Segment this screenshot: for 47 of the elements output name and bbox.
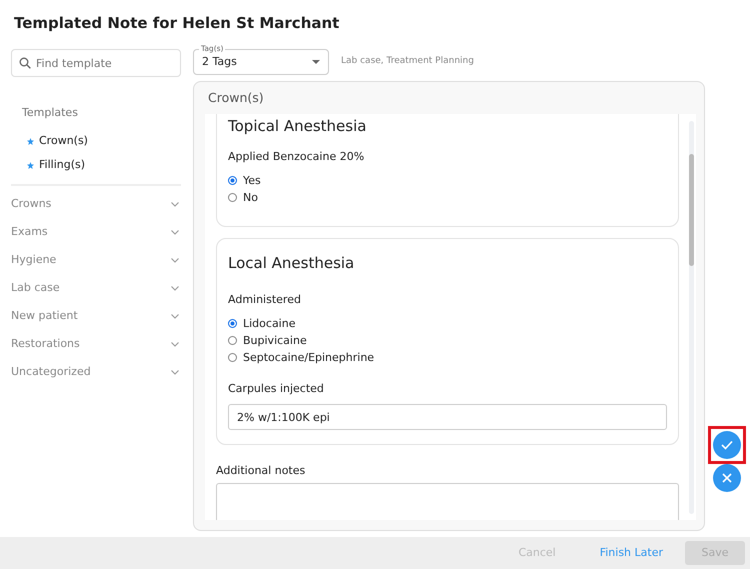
category-item[interactable]: Restorations xyxy=(11,330,181,358)
radio-button[interactable] xyxy=(228,353,237,362)
check-icon xyxy=(721,440,733,450)
radio-button[interactable] xyxy=(228,193,237,202)
category-item[interactable]: Exams xyxy=(11,218,181,246)
chevron-down-icon xyxy=(171,202,179,206)
field-label: Administered xyxy=(228,293,302,307)
template-link[interactable]: Filling(s) xyxy=(39,159,86,171)
panel-title: Crown(s) xyxy=(207,88,265,107)
radio-button[interactable] xyxy=(228,176,237,185)
star-icon xyxy=(27,138,34,144)
field-label: Carpules injected xyxy=(228,382,325,396)
chevron-down-icon xyxy=(171,342,179,346)
close-icon xyxy=(722,473,732,483)
option-label: Yes xyxy=(243,174,261,188)
category-item[interactable]: Crowns xyxy=(11,190,181,218)
category-item[interactable]: Uncategorized xyxy=(11,358,181,386)
category-item[interactable]: Lab case xyxy=(11,274,181,302)
option-label: Bupivicaine xyxy=(243,334,307,348)
chevron-down-icon xyxy=(171,286,179,290)
template-link[interactable]: Crown(s) xyxy=(39,135,88,147)
chevron-down-icon xyxy=(171,230,179,234)
category-item[interactable]: New patient xyxy=(11,302,181,330)
search-icon xyxy=(19,57,31,69)
close-button[interactable] xyxy=(713,464,741,492)
option-label: Septocaine/Epinephrine xyxy=(243,350,374,364)
caret-down-icon xyxy=(312,60,320,64)
section-title: Topical Anesthesia xyxy=(228,116,368,136)
star-icon xyxy=(27,162,34,168)
field-label: Applied Benzocaine 20% xyxy=(228,150,366,164)
text-field[interactable]: 2% w/1:100K epi xyxy=(228,404,667,430)
option-label: No xyxy=(243,190,258,204)
field-label: Additional notes xyxy=(216,464,306,478)
chevron-down-icon xyxy=(171,314,179,318)
category-item[interactable]: Hygiene xyxy=(11,246,181,274)
radio-button[interactable] xyxy=(228,319,237,328)
chevron-down-icon xyxy=(171,258,179,262)
tags-summary: Lab case, Treatment Planning xyxy=(341,55,474,68)
dialog-title: Templated Note for Helen St Marchant xyxy=(13,13,340,34)
footer-button[interactable]: Finish Later xyxy=(578,541,685,565)
search-field[interactable]: Find template xyxy=(11,49,181,77)
option-label: Lidocaine xyxy=(243,316,296,330)
radio-button[interactable] xyxy=(228,336,237,345)
chevron-down-icon xyxy=(171,370,179,374)
section-label: Templates xyxy=(22,107,79,119)
confirm-button[interactable] xyxy=(713,431,741,459)
section-title: Local Anesthesia xyxy=(228,253,356,273)
